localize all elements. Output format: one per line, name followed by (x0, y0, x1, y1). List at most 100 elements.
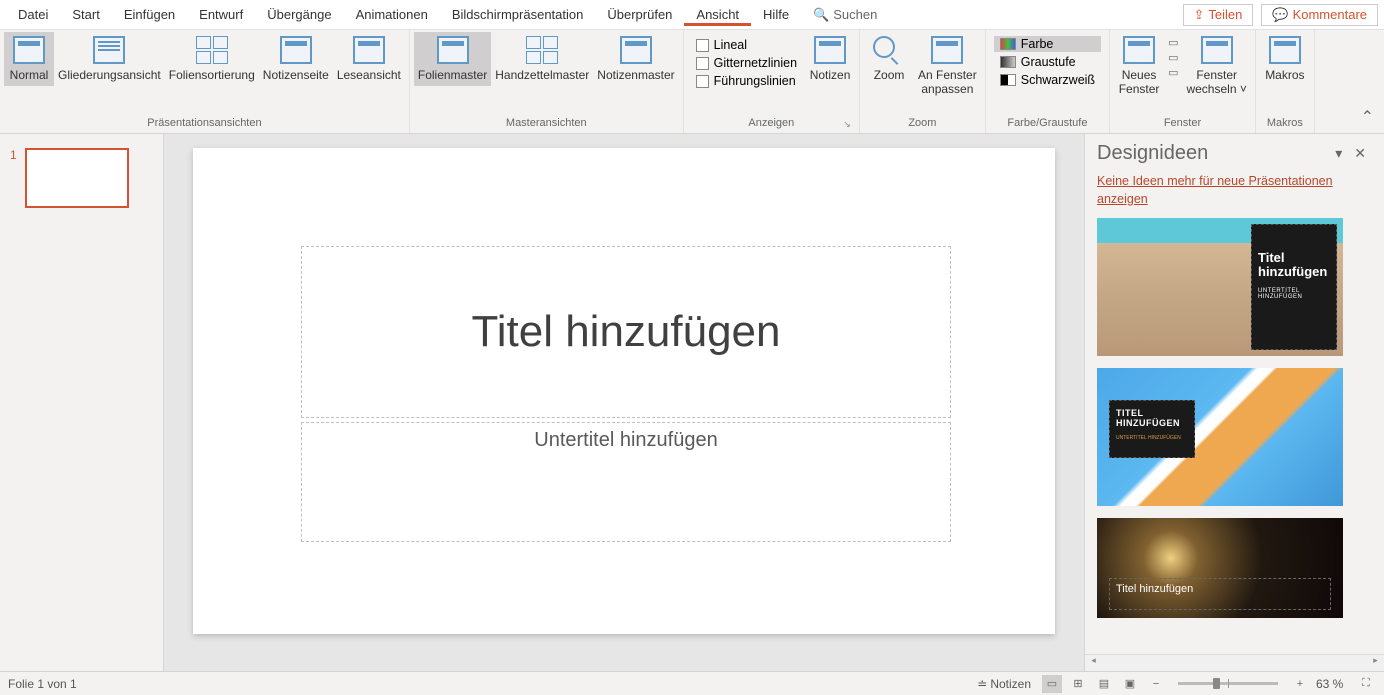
sorter-view-status-button[interactable]: ⊞ (1068, 675, 1088, 693)
comments-button[interactable]: 💬 Kommentare (1261, 4, 1378, 26)
normal-view-button[interactable]: Normal (4, 32, 54, 86)
group-label-master-views: Masteransichten (414, 115, 679, 133)
menu-hilfe[interactable]: Hilfe (751, 3, 801, 26)
notes-master-button[interactable]: Notizenmaster (593, 32, 678, 86)
pane-horizontal-scrollbar[interactable]: ◂ ▸ (1085, 654, 1384, 671)
search-label: Suchen (833, 7, 877, 22)
bw-mode-button[interactable]: Schwarzweiß (994, 72, 1101, 88)
idea2-title: TITEL HINZUFÜGEN (1116, 409, 1188, 429)
stop-showing-ideas-link[interactable]: Keine Ideen mehr für neue Präsentationen… (1085, 173, 1384, 218)
notes-master-icon (620, 36, 652, 64)
arrange-all-button[interactable]: ▭ (1168, 36, 1178, 49)
new-window-button[interactable]: Neues Fenster (1114, 32, 1164, 101)
content-area: 1 Titel hinzufügen Untertitel hinzufügen… (0, 134, 1384, 671)
reading-view-status-button[interactable]: ▤ (1094, 675, 1114, 693)
menu-uebergaenge[interactable]: Übergänge (255, 3, 343, 26)
ribbon-group-color: Farbe Graustufe Schwarzweiß Farbe/Graust… (986, 30, 1110, 133)
move-split-button[interactable]: ▭ (1168, 66, 1178, 79)
outline-view-icon (93, 36, 125, 64)
comment-icon: 💬 (1272, 7, 1288, 23)
scroll-right-button[interactable]: ▸ (1367, 655, 1384, 671)
normal-view-status-button[interactable]: ▭ (1042, 675, 1062, 693)
cascade-button[interactable]: ▭ (1168, 51, 1178, 64)
fit-slide-status-button[interactable]: ⛶ (1356, 675, 1376, 693)
status-notes-button[interactable]: ≐ Notizen (972, 675, 1036, 693)
checkbox-box-icon (696, 39, 709, 52)
zoom-handle[interactable] (1213, 678, 1220, 689)
gridlines-checkbox[interactable]: Gitternetzlinien (696, 56, 797, 70)
menu-ansicht[interactable]: Ansicht (684, 3, 751, 26)
slide-canvas-area[interactable]: Titel hinzufügen Untertitel hinzufügen (164, 134, 1084, 671)
pane-options-button[interactable]: ▾ (1329, 145, 1348, 162)
pane-close-button[interactable]: ✕ (1348, 145, 1372, 162)
notes-page-button[interactable]: Notizenseite (259, 32, 333, 86)
menu-entwurf[interactable]: Entwurf (187, 3, 255, 26)
group-label-zoom: Zoom (864, 115, 981, 133)
menu-ueberpruefen[interactable]: Überprüfen (595, 3, 684, 26)
comments-label: Kommentare (1293, 7, 1367, 22)
switch-window-icon (1201, 36, 1233, 64)
fit-window-icon (931, 36, 963, 64)
outline-view-button[interactable]: Gliederungsansicht (54, 32, 165, 86)
menu-start[interactable]: Start (60, 3, 111, 26)
share-button[interactable]: ⇪ Teilen (1183, 4, 1254, 26)
notes-button[interactable]: Notizen (805, 32, 855, 86)
slide-thumbnail-1[interactable] (25, 148, 129, 208)
fit-to-window-button[interactable]: An Fenster anpassen (914, 32, 981, 101)
zoom-out-button[interactable]: − (1146, 675, 1166, 693)
new-window-icon (1123, 36, 1155, 64)
grayscale-swatch-icon (1000, 56, 1016, 68)
ribbon-group-master-views: Folienmaster Handzettelmaster Notizenmas… (410, 30, 684, 133)
zoom-percent-label[interactable]: 63 % (1316, 677, 1350, 691)
group-label-macros: Makros (1260, 115, 1310, 133)
ribbon: Normal Gliederungsansicht Foliensortieru… (0, 30, 1384, 134)
scroll-track[interactable] (1102, 655, 1367, 671)
guides-checkbox[interactable]: Führungslinien (696, 74, 797, 88)
ribbon-group-macros: Makros Makros (1256, 30, 1315, 133)
slide-master-button[interactable]: Folienmaster (414, 32, 491, 86)
menu-einfuegen[interactable]: Einfügen (112, 3, 187, 26)
zoom-button[interactable]: Zoom (864, 32, 914, 86)
slideshow-status-button[interactable]: ▣ (1120, 675, 1140, 693)
checkbox-box-icon (696, 57, 709, 70)
macros-button[interactable]: Makros (1260, 32, 1310, 86)
design-ideas-pane: Designideen ▾ ✕ Keine Ideen mehr für neu… (1084, 134, 1384, 671)
design-idea-1[interactable]: Titel hinzufügen UNTERTITEL HINZUFÜGEN (1097, 218, 1343, 356)
design-ideas-list[interactable]: Titel hinzufügen UNTERTITEL HINZUFÜGEN T… (1085, 218, 1384, 654)
title-placeholder[interactable]: Titel hinzufügen (301, 246, 951, 418)
menu-datei[interactable]: Datei (6, 3, 60, 26)
normal-view-icon (13, 36, 45, 64)
zoom-in-button[interactable]: + (1290, 675, 1310, 693)
color-swatch-icon (1000, 38, 1016, 50)
ribbon-collapse-button[interactable]: ⌃ (1351, 101, 1384, 133)
design-idea-2[interactable]: TITEL HINZUFÜGEN UNTERTITEL HINZUFÜGEN (1097, 368, 1343, 506)
switch-window-button[interactable]: Fenster wechseln ˅ (1182, 32, 1250, 101)
menubar: Datei Start Einfügen Entwurf Übergänge A… (0, 0, 1384, 30)
handout-master-button[interactable]: Handzettelmaster (491, 32, 593, 86)
subtitle-placeholder[interactable]: Untertitel hinzufügen (301, 422, 951, 542)
group-label-window: Fenster (1114, 115, 1251, 133)
slide-sorter-button[interactable]: Foliensortierung (165, 32, 259, 86)
bw-swatch-icon (1000, 74, 1016, 86)
group-label-color: Farbe/Graustufe (990, 115, 1105, 133)
grayscale-mode-button[interactable]: Graustufe (994, 54, 1101, 70)
reading-view-icon (353, 36, 385, 64)
share-icon: ⇪ (1194, 7, 1205, 23)
search-box[interactable]: 🔍 Suchen (801, 3, 889, 27)
chevron-down-icon: ˅ (1240, 82, 1247, 96)
menu-animationen[interactable]: Animationen (344, 3, 440, 26)
zoom-slider[interactable] (1178, 682, 1278, 685)
scroll-left-button[interactable]: ◂ (1085, 655, 1102, 671)
color-mode-button[interactable]: Farbe (994, 36, 1101, 52)
idea1-subtitle: UNTERTITEL HINZUFÜGEN (1258, 288, 1330, 300)
show-dialog-launcher[interactable]: ↘ (841, 119, 853, 131)
checkbox-box-icon (696, 75, 709, 88)
share-label: Teilen (1208, 7, 1242, 22)
ruler-checkbox[interactable]: Lineal (696, 38, 797, 52)
reading-view-button[interactable]: Leseansicht (333, 32, 405, 86)
ribbon-group-zoom: Zoom An Fenster anpassen Zoom (860, 30, 986, 133)
idea2-subtitle: UNTERTITEL HINZUFÜGEN (1116, 435, 1188, 441)
group-label-show: Anzeigen↘ (688, 115, 855, 133)
design-idea-3[interactable]: Titel hinzufügen (1097, 518, 1343, 618)
menu-bildschirmpraesentation[interactable]: Bildschirmpräsentation (440, 3, 596, 26)
